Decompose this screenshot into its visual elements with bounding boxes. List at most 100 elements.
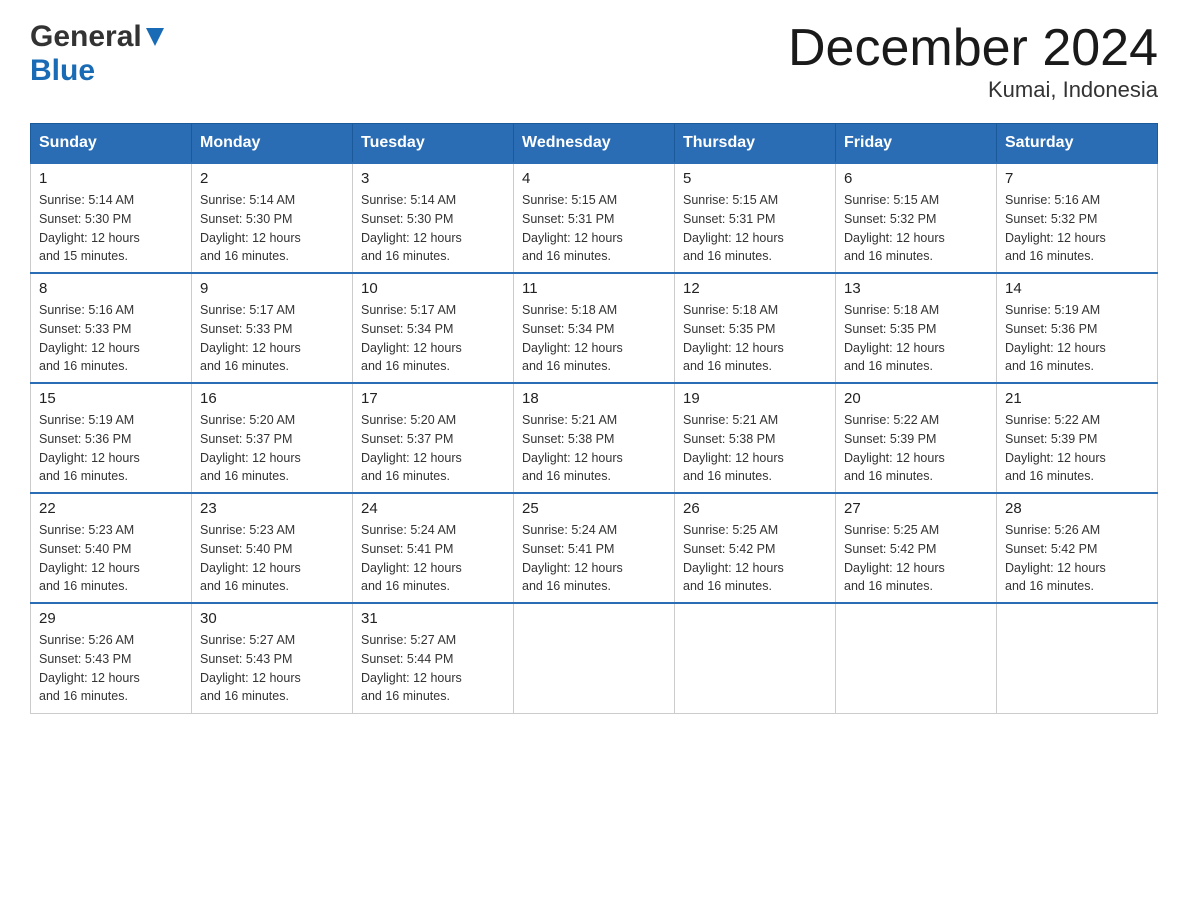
day-info: Sunrise: 5:23 AMSunset: 5:40 PMDaylight:… (200, 521, 344, 596)
calendar-header-row: SundayMondayTuesdayWednesdayThursdayFrid… (31, 124, 1158, 164)
title-area: December 2024 Kumai, Indonesia (788, 20, 1158, 103)
day-number: 24 (361, 500, 505, 517)
calendar-day-cell (997, 603, 1158, 713)
day-number: 6 (844, 170, 988, 187)
day-number: 2 (200, 170, 344, 187)
calendar-day-cell: 22 Sunrise: 5:23 AMSunset: 5:40 PMDayligh… (31, 493, 192, 603)
day-number: 29 (39, 610, 183, 627)
day-number: 26 (683, 500, 827, 517)
day-info: Sunrise: 5:24 AMSunset: 5:41 PMDaylight:… (361, 521, 505, 596)
day-info: Sunrise: 5:24 AMSunset: 5:41 PMDaylight:… (522, 521, 666, 596)
calendar-day-cell: 31 Sunrise: 5:27 AMSunset: 5:44 PMDayligh… (353, 603, 514, 713)
day-number: 20 (844, 390, 988, 407)
day-number: 25 (522, 500, 666, 517)
logo-triangle-icon (146, 28, 164, 51)
calendar-day-cell: 1 Sunrise: 5:14 AMSunset: 5:30 PMDaylight… (31, 163, 192, 273)
day-number: 30 (200, 610, 344, 627)
calendar-day-cell: 13Sunrise: 5:18 AMSunset: 5:35 PMDayligh… (836, 273, 997, 383)
day-info: Sunrise: 5:20 AMSunset: 5:37 PMDaylight:… (200, 411, 344, 486)
day-number: 3 (361, 170, 505, 187)
calendar-day-cell: 20 Sunrise: 5:22 AMSunset: 5:39 PMDayligh… (836, 383, 997, 493)
day-info: Sunrise: 5:15 AMSunset: 5:31 PMDaylight:… (522, 191, 666, 266)
logo-blue-text: Blue (30, 54, 95, 87)
day-of-week-header: Tuesday (353, 124, 514, 164)
day-info: Sunrise: 5:19 AMSunset: 5:36 PMDaylight:… (1005, 301, 1149, 376)
day-number: 17 (361, 390, 505, 407)
day-number: 27 (844, 500, 988, 517)
day-info: Sunrise: 5:14 AMSunset: 5:30 PMDaylight:… (361, 191, 505, 266)
calendar-day-cell: 27 Sunrise: 5:25 AMSunset: 5:42 PMDayligh… (836, 493, 997, 603)
day-of-week-header: Friday (836, 124, 997, 164)
calendar-day-cell (836, 603, 997, 713)
calendar-day-cell: 4 Sunrise: 5:15 AMSunset: 5:31 PMDaylight… (514, 163, 675, 273)
calendar-day-cell: 9 Sunrise: 5:17 AMSunset: 5:33 PMDaylight… (192, 273, 353, 383)
day-info: Sunrise: 5:26 AMSunset: 5:43 PMDaylight:… (39, 631, 183, 706)
day-info: Sunrise: 5:18 AMSunset: 5:34 PMDaylight:… (522, 301, 666, 376)
day-number: 15 (39, 390, 183, 407)
day-info: Sunrise: 5:14 AMSunset: 5:30 PMDaylight:… (39, 191, 183, 266)
day-info: Sunrise: 5:25 AMSunset: 5:42 PMDaylight:… (844, 521, 988, 596)
day-info: Sunrise: 5:15 AMSunset: 5:31 PMDaylight:… (683, 191, 827, 266)
day-info: Sunrise: 5:27 AMSunset: 5:43 PMDaylight:… (200, 631, 344, 706)
calendar-day-cell: 6 Sunrise: 5:15 AMSunset: 5:32 PMDaylight… (836, 163, 997, 273)
day-number: 13 (844, 280, 988, 297)
day-number: 12 (683, 280, 827, 297)
calendar-week-row: 15 Sunrise: 5:19 AMSunset: 5:36 PMDayligh… (31, 383, 1158, 493)
day-info: Sunrise: 5:21 AMSunset: 5:38 PMDaylight:… (683, 411, 827, 486)
calendar-day-cell: 21 Sunrise: 5:22 AMSunset: 5:39 PMDayligh… (997, 383, 1158, 493)
calendar-week-row: 22 Sunrise: 5:23 AMSunset: 5:40 PMDayligh… (31, 493, 1158, 603)
calendar-day-cell: 18 Sunrise: 5:21 AMSunset: 5:38 PMDayligh… (514, 383, 675, 493)
day-info: Sunrise: 5:22 AMSunset: 5:39 PMDaylight:… (1005, 411, 1149, 486)
calendar-day-cell: 2 Sunrise: 5:14 AMSunset: 5:30 PMDaylight… (192, 163, 353, 273)
day-info: Sunrise: 5:17 AMSunset: 5:34 PMDaylight:… (361, 301, 505, 376)
calendar-day-cell: 7Sunrise: 5:16 AMSunset: 5:32 PMDaylight… (997, 163, 1158, 273)
calendar-day-cell: 14 Sunrise: 5:19 AMSunset: 5:36 PMDayligh… (997, 273, 1158, 383)
day-info: Sunrise: 5:14 AMSunset: 5:30 PMDaylight:… (200, 191, 344, 266)
calendar-day-cell (675, 603, 836, 713)
day-info: Sunrise: 5:16 AMSunset: 5:33 PMDaylight:… (39, 301, 183, 376)
day-number: 23 (200, 500, 344, 517)
day-number: 19 (683, 390, 827, 407)
day-number: 1 (39, 170, 183, 187)
calendar-table: SundayMondayTuesdayWednesdayThursdayFrid… (30, 123, 1158, 714)
calendar-day-cell: 19 Sunrise: 5:21 AMSunset: 5:38 PMDayligh… (675, 383, 836, 493)
day-info: Sunrise: 5:21 AMSunset: 5:38 PMDaylight:… (522, 411, 666, 486)
day-info: Sunrise: 5:27 AMSunset: 5:44 PMDaylight:… (361, 631, 505, 706)
calendar-week-row: 1 Sunrise: 5:14 AMSunset: 5:30 PMDaylight… (31, 163, 1158, 273)
day-number: 31 (361, 610, 505, 627)
calendar-day-cell: 10 Sunrise: 5:17 AMSunset: 5:34 PMDayligh… (353, 273, 514, 383)
day-info: Sunrise: 5:23 AMSunset: 5:40 PMDaylight:… (39, 521, 183, 596)
calendar-day-cell: 23 Sunrise: 5:23 AMSunset: 5:40 PMDayligh… (192, 493, 353, 603)
day-info: Sunrise: 5:22 AMSunset: 5:39 PMDaylight:… (844, 411, 988, 486)
day-number: 21 (1005, 390, 1149, 407)
day-info: Sunrise: 5:20 AMSunset: 5:37 PMDaylight:… (361, 411, 505, 486)
day-info: Sunrise: 5:15 AMSunset: 5:32 PMDaylight:… (844, 191, 988, 266)
day-number: 22 (39, 500, 183, 517)
day-info: Sunrise: 5:17 AMSunset: 5:33 PMDaylight:… (200, 301, 344, 376)
day-of-week-header: Thursday (675, 124, 836, 164)
calendar-day-cell: 5Sunrise: 5:15 AMSunset: 5:31 PMDaylight… (675, 163, 836, 273)
calendar-day-cell: 11 Sunrise: 5:18 AMSunset: 5:34 PMDayligh… (514, 273, 675, 383)
day-number: 4 (522, 170, 666, 187)
calendar-day-cell: 29 Sunrise: 5:26 AMSunset: 5:43 PMDayligh… (31, 603, 192, 713)
calendar-week-row: 29 Sunrise: 5:26 AMSunset: 5:43 PMDayligh… (31, 603, 1158, 713)
day-number: 28 (1005, 500, 1149, 517)
day-info: Sunrise: 5:25 AMSunset: 5:42 PMDaylight:… (683, 521, 827, 596)
calendar-day-cell: 15 Sunrise: 5:19 AMSunset: 5:36 PMDayligh… (31, 383, 192, 493)
day-number: 10 (361, 280, 505, 297)
day-of-week-header: Saturday (997, 124, 1158, 164)
day-number: 8 (39, 280, 183, 297)
day-number: 14 (1005, 280, 1149, 297)
day-info: Sunrise: 5:26 AMSunset: 5:42 PMDaylight:… (1005, 521, 1149, 596)
calendar-day-cell: 8 Sunrise: 5:16 AMSunset: 5:33 PMDaylight… (31, 273, 192, 383)
day-number: 9 (200, 280, 344, 297)
day-of-week-header: Sunday (31, 124, 192, 164)
day-info: Sunrise: 5:19 AMSunset: 5:36 PMDaylight:… (39, 411, 183, 486)
calendar-day-cell: 12Sunrise: 5:18 AMSunset: 5:35 PMDayligh… (675, 273, 836, 383)
day-number: 11 (522, 280, 666, 297)
page-header: General Blue December 2024 Kumai, Indone… (30, 20, 1158, 103)
calendar-day-cell: 17 Sunrise: 5:20 AMSunset: 5:37 PMDayligh… (353, 383, 514, 493)
calendar-day-cell: 24 Sunrise: 5:24 AMSunset: 5:41 PMDayligh… (353, 493, 514, 603)
day-info: Sunrise: 5:16 AMSunset: 5:32 PMDaylight:… (1005, 191, 1149, 266)
day-number: 18 (522, 390, 666, 407)
